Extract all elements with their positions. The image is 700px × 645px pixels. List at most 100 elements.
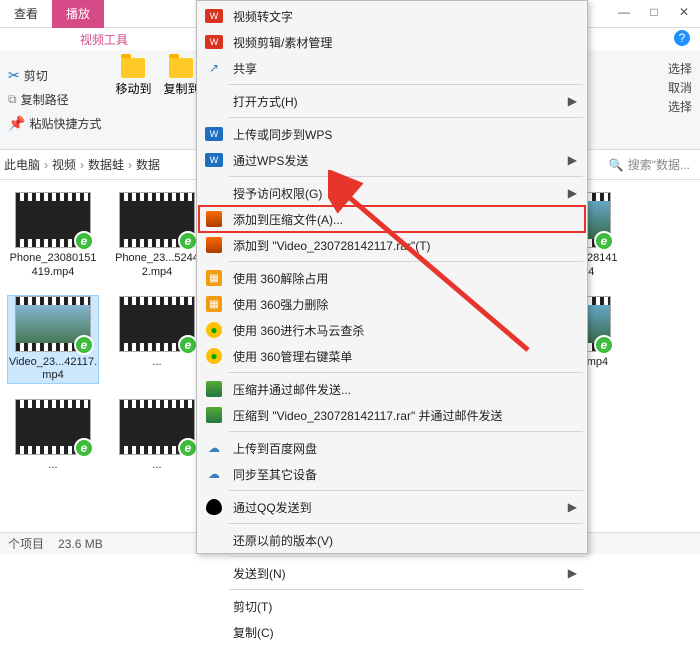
menu-item[interactable]: ↗ 共享 [199, 55, 585, 81]
menu-item[interactable]: W上传或同步到WPS [199, 121, 585, 147]
tab-view[interactable]: 查看 [0, 0, 52, 28]
menu-separator [229, 117, 583, 118]
paste-shortcut-button[interactable]: 📌粘贴快捷方式 [6, 113, 103, 134]
menu-item[interactable]: ▦使用 360强力删除 [199, 291, 585, 317]
menu-item-label: 使用 360管理右键菜单 [233, 348, 577, 365]
menu-item[interactable]: ☁ 同步至其它设备 [199, 461, 585, 487]
cut-button[interactable]: ✂剪切 [6, 65, 103, 86]
menu-item[interactable]: 授予访问权限(G)▶ [199, 180, 585, 206]
ribbon-right-hints: 选择 取消 选择 [668, 60, 692, 118]
sync-badge-icon: e [74, 335, 94, 355]
menu-item-label: 同步至其它设备 [233, 466, 577, 483]
file-item[interactable]: e Video_23...42117.mp4 [8, 296, 98, 384]
menu-item-label: 发送到(N) [233, 565, 558, 582]
crumb-video[interactable]: 视频 [52, 156, 76, 173]
menu-item-label: 添加到 "Video_230728142117.rar"(T) [233, 237, 577, 254]
thumbnail: e [15, 296, 91, 352]
menu-item[interactable]: 发送到(N) ▶ [199, 560, 585, 586]
path-icon: ⧉ [8, 92, 17, 107]
menu-item[interactable]: 添加到 "Video_230728142117.rar"(T) [199, 232, 585, 258]
file-name: ... [152, 356, 161, 370]
file-item[interactable]: e Phone_23...52442.mp4 [112, 192, 202, 280]
thumbnail: e [119, 192, 195, 248]
copy-to-label: 复制到 [163, 80, 199, 97]
file-item[interactable]: e ... [8, 399, 98, 487]
menu-separator [229, 490, 583, 491]
tab-video-tools[interactable]: 视频工具 [80, 31, 128, 48]
file-item[interactable]: e Phone_23080151419.mp4 [8, 192, 98, 280]
menu-item-label: 使用 360进行木马云查杀 [233, 322, 577, 339]
sync-badge-icon: e [74, 438, 94, 458]
hint1: 选择 [668, 60, 692, 79]
breadcrumb[interactable]: 此电脑› 视频› 数据蛙› 数据 [4, 156, 160, 173]
search-input[interactable]: 🔍 搜索"数据... [603, 156, 696, 173]
menu-item[interactable]: ●使用 360管理右键菜单 [199, 343, 585, 369]
folder-icon [121, 58, 145, 78]
help-button[interactable]: ? [674, 30, 690, 46]
menu-separator [229, 523, 583, 524]
cloud-icon: ☁ [208, 467, 220, 481]
file-item[interactable]: e ... [112, 296, 202, 384]
sync-badge-icon: e [178, 335, 198, 355]
crumb-pc[interactable]: 此电脑 [4, 156, 40, 173]
maximize-button[interactable]: □ [646, 4, 662, 20]
360-icon: ● [206, 322, 222, 338]
chevron-right-icon: › [126, 158, 134, 172]
menu-item[interactable]: 剪切(T) [199, 593, 585, 619]
menu-item-label: 共享 [233, 60, 577, 77]
file-name: ... [48, 459, 57, 473]
file-item[interactable]: e ... [112, 399, 202, 487]
menu-item[interactable]: ● 使用 360进行木马云查杀 [199, 317, 585, 343]
chevron-right-icon: › [42, 158, 50, 172]
wps-icon: W [205, 127, 223, 141]
rar-icon [206, 211, 222, 227]
context-menu: W视频转文字W视频剪辑/素材管理↗共享打开方式(H)▶W上传或同步到WPSW通过… [196, 0, 588, 554]
minimize-button[interactable]: — [616, 4, 632, 20]
menu-item-label: 打开方式(H) [233, 93, 558, 110]
ribbon-organize-group: 移动到 复制到 [111, 54, 203, 145]
close-button[interactable]: ✕ [676, 4, 692, 20]
menu-item-label: 视频转文字 [233, 8, 577, 25]
menu-item[interactable]: ▦使用 360解除占用 [199, 265, 585, 291]
wps-icon: W [205, 9, 223, 23]
menu-item-label: 复制(C) [233, 624, 577, 641]
menu-separator [229, 556, 583, 557]
menu-separator [229, 589, 583, 590]
menu-item-label: 上传到百度网盘 [233, 440, 577, 457]
submenu-arrow-icon: ▶ [568, 566, 577, 580]
archive-icon [206, 381, 222, 397]
menu-item[interactable]: 通过QQ发送到▶ [199, 494, 585, 520]
status-size: 23.6 MB [58, 537, 103, 551]
status-items: 个项目 [8, 535, 44, 552]
ribbon-clipboard-group: ✂剪切 ⧉复制路径 📌粘贴快捷方式 [6, 54, 103, 145]
file-name: ... [152, 459, 161, 473]
crumb-folder[interactable]: 数据蛙 [88, 156, 124, 173]
tab-play[interactable]: 播放 [52, 0, 104, 28]
menu-item[interactable]: 打开方式(H)▶ [199, 88, 585, 114]
360-tool-icon: ▦ [206, 270, 222, 286]
copy-path-button[interactable]: ⧉复制路径 [6, 89, 103, 110]
qq-icon [206, 499, 222, 515]
move-to-button[interactable]: 移动到 [111, 54, 155, 101]
menu-item[interactable]: W视频剪辑/素材管理 [199, 29, 585, 55]
menu-item-label: 使用 360强力删除 [233, 296, 577, 313]
crumb-sub[interactable]: 数据 [136, 156, 160, 173]
menu-item[interactable]: 还原以前的版本(V) [199, 527, 585, 553]
menu-item[interactable]: 复制(C) [199, 619, 585, 645]
menu-item[interactable]: ☁上传到百度网盘 [199, 435, 585, 461]
menu-item[interactable]: 压缩到 "Video_230728142117.rar" 并通过邮件发送 [199, 402, 585, 428]
chevron-right-icon: › [78, 158, 86, 172]
menu-item[interactable]: W通过WPS发送▶ [199, 147, 585, 173]
menu-item-label: 通过QQ发送到 [233, 499, 558, 516]
paste-shortcut-label: 粘贴快捷方式 [29, 115, 101, 132]
film-strip-icon [120, 297, 194, 305]
share-icon: ↗ [209, 61, 219, 75]
menu-item[interactable]: 添加到压缩文件(A)... [199, 206, 585, 232]
menu-item-label: 剪切(T) [233, 598, 577, 615]
menu-separator [229, 261, 583, 262]
menu-item[interactable]: 压缩并通过邮件发送... [199, 376, 585, 402]
film-strip-icon [16, 400, 90, 408]
sync-badge-icon: e [178, 438, 198, 458]
menu-item[interactable]: W 视频转文字 [199, 3, 585, 29]
wps-icon: W [205, 153, 223, 167]
